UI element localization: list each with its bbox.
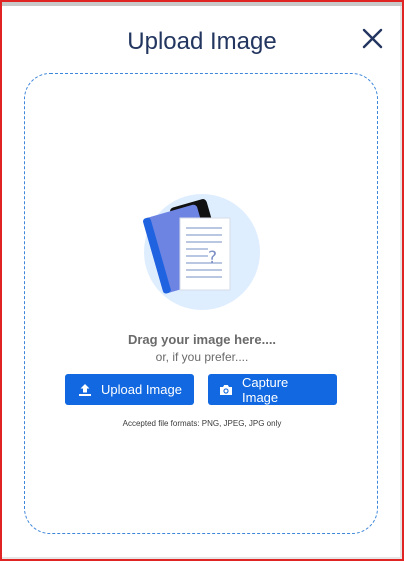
alternate-instruction: or, if you prefer.... — [155, 350, 249, 364]
scrollbar-track[interactable] — [400, 6, 402, 557]
svg-text:?: ? — [208, 248, 217, 268]
dialog-title: Upload Image — [127, 28, 277, 55]
upload-icon — [77, 382, 93, 398]
window-top-bar — [2, 2, 402, 6]
capture-image-button-label: Capture Image — [242, 374, 289, 405]
window-bottom-bar — [2, 557, 402, 559]
upload-image-button[interactable]: Upload Image — [65, 374, 194, 405]
image-document-illustration: ? — [143, 194, 260, 310]
drag-instruction: Drag your image here.... — [127, 332, 277, 347]
camera-icon — [218, 382, 234, 398]
accepted-formats-note: Accepted file formats: PNG, JPEG, JPG on… — [122, 419, 282, 428]
capture-image-button[interactable]: Capture Image — [208, 374, 337, 405]
upload-image-button-label: Upload Image — [101, 382, 182, 397]
close-button[interactable] — [360, 26, 386, 52]
close-icon — [362, 28, 383, 49]
